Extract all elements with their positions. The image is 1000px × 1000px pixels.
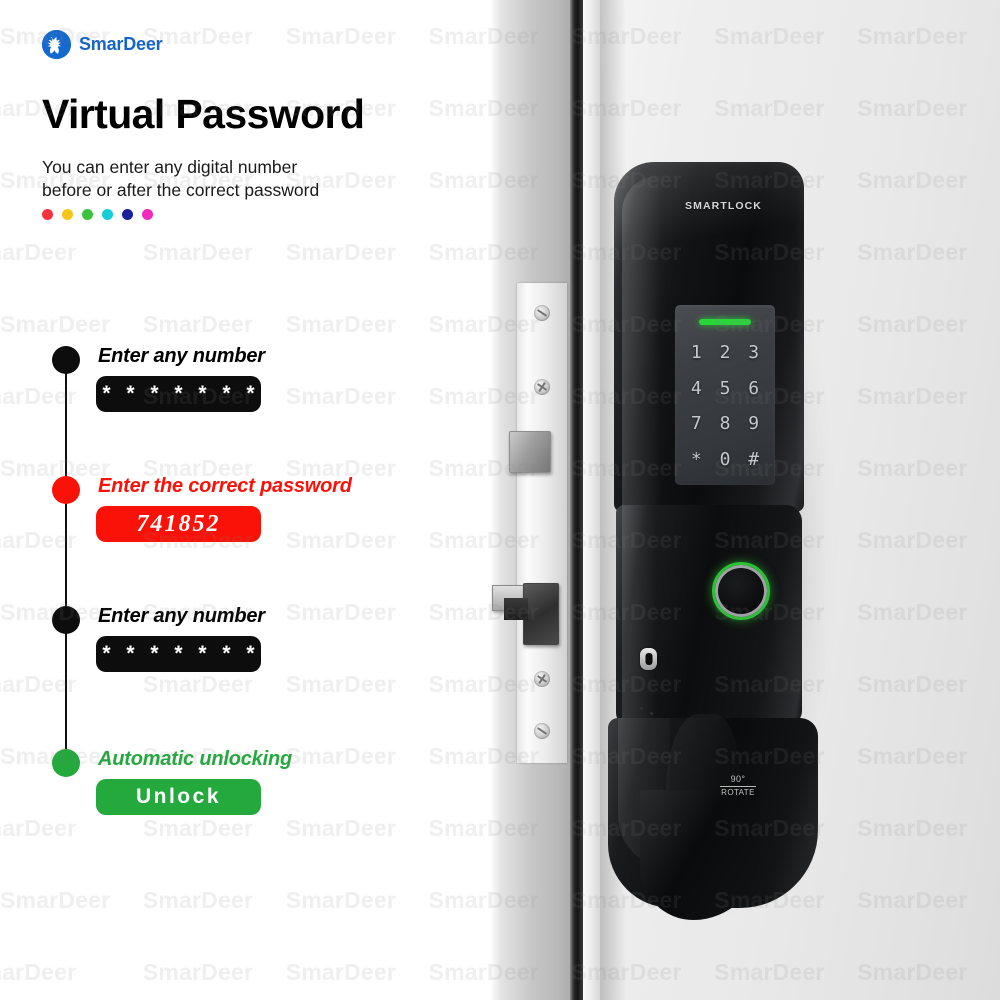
strike-screw-bottom — [534, 723, 550, 739]
dot-yellow — [62, 209, 73, 220]
dot-green — [82, 209, 93, 220]
step-label-2: Enter the correct password — [98, 475, 352, 497]
smart-lock-photo: SMARTLOCK 1 2 3 4 5 6 7 8 9 * 0 # 90° RO… — [490, 0, 1000, 1000]
key-2[interactable]: 2 — [711, 335, 740, 371]
step-label-3: Enter any number — [98, 605, 265, 627]
key-6[interactable]: 6 — [739, 371, 768, 407]
rotate-degrees: 90° — [730, 774, 746, 784]
accent-dot-row — [42, 209, 153, 220]
status-indicator-bar — [699, 319, 751, 325]
steps-timeline: Enter any number * * * * * * * Enter the… — [42, 330, 472, 850]
dot-pink — [142, 209, 153, 220]
timeline-bullet-3 — [52, 606, 80, 634]
product-infographic: SMARTLOCK 1 2 3 4 5 6 7 8 9 * 0 # 90° RO… — [0, 0, 1000, 1000]
key-asterisk[interactable]: * — [682, 442, 711, 478]
unlock-button[interactable]: Unlock — [96, 779, 261, 815]
subtitle-line-2: before or after the correct password — [42, 180, 320, 201]
info-panel: SmarDeer Virtual Password You can enter … — [0, 0, 490, 1000]
timeline-spine — [65, 362, 67, 767]
brand-logo: SmarDeer — [42, 30, 163, 59]
subtitle-line-1: You can enter any digital number — [42, 157, 298, 177]
deadbolt-dark — [504, 583, 559, 645]
fingerprint-sensor-icon[interactable] — [712, 562, 770, 620]
rotate-marking: 90° ROTATE — [714, 774, 762, 798]
dot-cyan — [102, 209, 113, 220]
keypad-grid[interactable]: 1 2 3 4 5 6 7 8 9 * 0 # — [682, 335, 768, 477]
step-label-1: Enter any number — [98, 345, 265, 367]
key-5[interactable]: 5 — [711, 371, 740, 407]
deer-head-logo-icon — [42, 30, 71, 59]
timeline-bullet-2 — [52, 476, 80, 504]
step-label-4: Automatic unlocking — [98, 748, 292, 770]
step-pill-2: 741852 — [96, 506, 261, 542]
strike-screw-lower — [534, 671, 550, 687]
page-subtitle: You can enter any digital number before … — [42, 156, 319, 202]
brand-logo-text: SmarDeer — [79, 34, 163, 54]
strike-screw-upper — [534, 379, 550, 395]
step-pill-3: * * * * * * * — [96, 636, 261, 672]
latch-bolt-upper — [509, 431, 551, 473]
strike-screw-top — [534, 305, 550, 321]
touch-keypad[interactable]: 1 2 3 4 5 6 7 8 9 * 0 # — [675, 305, 775, 485]
key-8[interactable]: 8 — [711, 406, 740, 442]
key-0[interactable]: 0 — [711, 442, 740, 478]
door-frame-gap — [570, 0, 583, 1000]
rotate-rule — [720, 786, 756, 788]
device-brand-plate: SMARTLOCK — [685, 200, 762, 212]
timeline-bullet-1 — [52, 346, 80, 374]
timeline-bullet-4 — [52, 749, 80, 777]
key-9[interactable]: 9 — [739, 406, 768, 442]
step-pill-1: * * * * * * * — [96, 376, 261, 412]
key-hash[interactable]: # — [739, 442, 768, 478]
mechanical-keyhole[interactable] — [640, 648, 657, 670]
strike-plate — [492, 283, 567, 763]
dot-navy — [122, 209, 133, 220]
dot-red — [42, 209, 53, 220]
page-title: Virtual Password — [42, 91, 365, 137]
key-7[interactable]: 7 — [682, 406, 711, 442]
lock-handle-upper — [616, 505, 802, 725]
key-4[interactable]: 4 — [682, 371, 711, 407]
door-frame-inner-strip — [583, 0, 600, 1000]
rotate-label: ROTATE — [721, 788, 755, 798]
key-3[interactable]: 3 — [739, 335, 768, 371]
key-1[interactable]: 1 — [682, 335, 711, 371]
